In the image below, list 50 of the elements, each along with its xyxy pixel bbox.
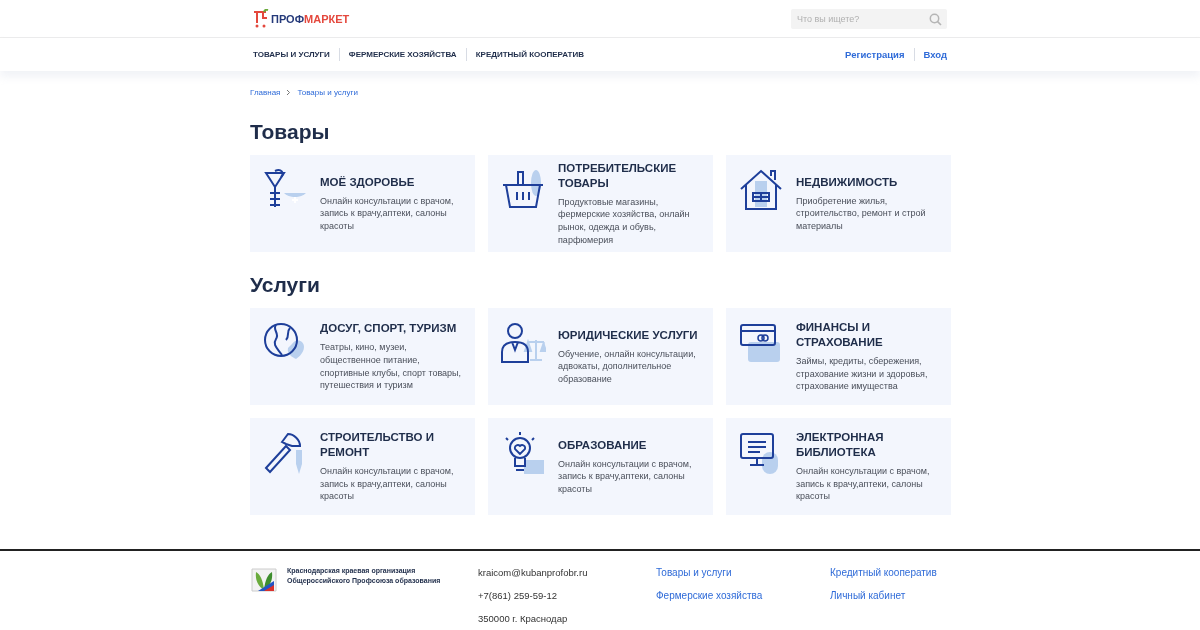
card-title: ЭЛЕКТРОННАЯ БИБЛИОТЕКА	[796, 430, 885, 461]
category-card[interactable]: НЕДВИЖИМОСТЬ Приобретение жилья, строительство, ремонт и строй материалы	[726, 155, 951, 252]
footer-link[interactable]: Товары и услуги	[656, 566, 830, 579]
contact-text: 350000 г. Краснодар	[478, 612, 569, 625]
card-description: Продуктовые магазины, фермерские хозяйства, онлайн рынок, одежда и обувь, парфюмерия	[558, 195, 691, 247]
card-description: Онлайн консультации с врачом, запись к врачу,аптеки, салоны красоты	[558, 457, 693, 496]
card-description: Онлайн консультации с врачом, запись к врачу,аптеки, салоны красоты	[796, 465, 931, 503]
contact-text: kraicom@kubanprofobr.ru	[478, 566, 589, 579]
auth-link[interactable]: Вход	[923, 49, 947, 60]
house-icon	[738, 167, 784, 213]
card-description: Займы, кредиты, сбережения, страхование жизни и здоровья, страхование имущества	[796, 355, 929, 393]
category-card[interactable]: ЮРИДИЧЕСКИЕ УСЛУГИ Обучение, онлайн консультации, адвокаты, дополнительное образование	[488, 308, 713, 405]
logo-text[interactable]: ПРОФМАРКЕТ	[271, 12, 350, 25]
footer-link[interactable]: Фермерские хозяйства	[656, 589, 830, 602]
section-title: Услуги	[250, 272, 321, 298]
card-description: Онлайн консультации с врачом, запись к врачу,аптеки, салоны красоты	[320, 194, 455, 233]
category-card[interactable]: ДОСУГ, СПОРТ, ТУРИЗМ Театры, кино, музеи, общественное питание, спортивные клубы, спорт товары, путешествия и туризм	[250, 308, 475, 405]
category-card[interactable]: ФИНАНСЫ И СТРАХОВАНИЕ Займы, кредиты, сбережения, страхование жизни и здоровья, страхование имущества	[726, 308, 951, 405]
card-title: ОБРАЗОВАНИЕ	[558, 437, 648, 453]
footer-link[interactable]: Личный кабинет	[830, 589, 950, 602]
card-description: Приобретение жилья, строительство, ремонт и строй материалы	[796, 194, 927, 233]
nav-link[interactable]: ФЕРМЕРСКИЕ ХОЗЯЙСТВА	[348, 50, 457, 59]
card-title: ЮРИДИЧЕСКИЕ УСЛУГИ	[558, 327, 699, 343]
card-description: Театры, кино, музеи, общественное питание, спортивные клубы, спорт товары, путешествия и туризм	[320, 341, 463, 392]
category-card[interactable]: МОЁ ЗДОРОВЬЕ Онлайн консультации с врачом, запись к врачу,аптеки, салоны красоты	[250, 155, 475, 252]
nav-link[interactable]: ТОВАРЫ И УСЛУГИ	[253, 50, 330, 59]
category-card[interactable]: ПОТРЕБИТЕЛЬСКИЕ ТОВАРЫ Продуктовые магазины, фермерские хозяйства, онлайн рынок, одежда и обувь, парфюмерия	[488, 155, 713, 252]
card-description: Онлайн консультации с врачом, запись к врачу,аптеки, салоны красоты	[320, 465, 455, 503]
card-title: МОЁ ЗДОРОВЬЕ	[320, 174, 416, 190]
card-title: СТРОИТЕЛЬСТВО И РЕМОНТ	[320, 430, 435, 461]
emblem-icon	[250, 566, 278, 594]
card-title: ДОСУГ, СПОРТ, ТУРИЗМ	[320, 321, 458, 337]
contact-text: +7(861) 259-59-12	[478, 589, 558, 602]
card-title: НЕДВИЖИМОСТЬ	[796, 174, 899, 190]
search-icon[interactable]	[929, 12, 942, 26]
card-title: ПОТРЕБИТЕЛЬСКИЕ ТОВАРЫ	[558, 160, 678, 191]
category-card[interactable]: ЭЛЕКТРОННАЯ БИБЛИОТЕКА Онлайн консультации с врачом, запись к врачу,аптеки, салоны красоты	[726, 418, 951, 515]
person-scales-icon	[500, 320, 546, 366]
card-title: ФИНАНСЫ И СТРАХОВАНИЕ	[796, 320, 884, 351]
category-card[interactable]: ОБРАЗОВАНИЕ Онлайн консультации с врачом, запись к врачу,аптеки, салоны красоты	[488, 418, 713, 515]
footer-link[interactable]: Кредитный кооператив	[830, 566, 950, 579]
breadcrumb-link[interactable]: Главная	[250, 87, 281, 97]
card-description: Обучение, онлайн консультации, адвокаты, дополнительное образование	[558, 347, 697, 386]
auth-link[interactable]: Регистрация	[845, 49, 905, 60]
logo-icon	[253, 8, 269, 29]
section-title: Товары	[250, 118, 331, 145]
nav-link[interactable]: КРЕДИТНЫЙ КООПЕРАТИВ	[475, 50, 584, 59]
breadcrumb-link[interactable]: Товары и услуги	[297, 87, 358, 97]
chevron-icon	[286, 88, 292, 96]
category-card[interactable]: СТРОИТЕЛЬСТВО И РЕМОНТ Онлайн консультации с врачом, запись к врачу,аптеки, салоны красоты	[250, 418, 475, 515]
